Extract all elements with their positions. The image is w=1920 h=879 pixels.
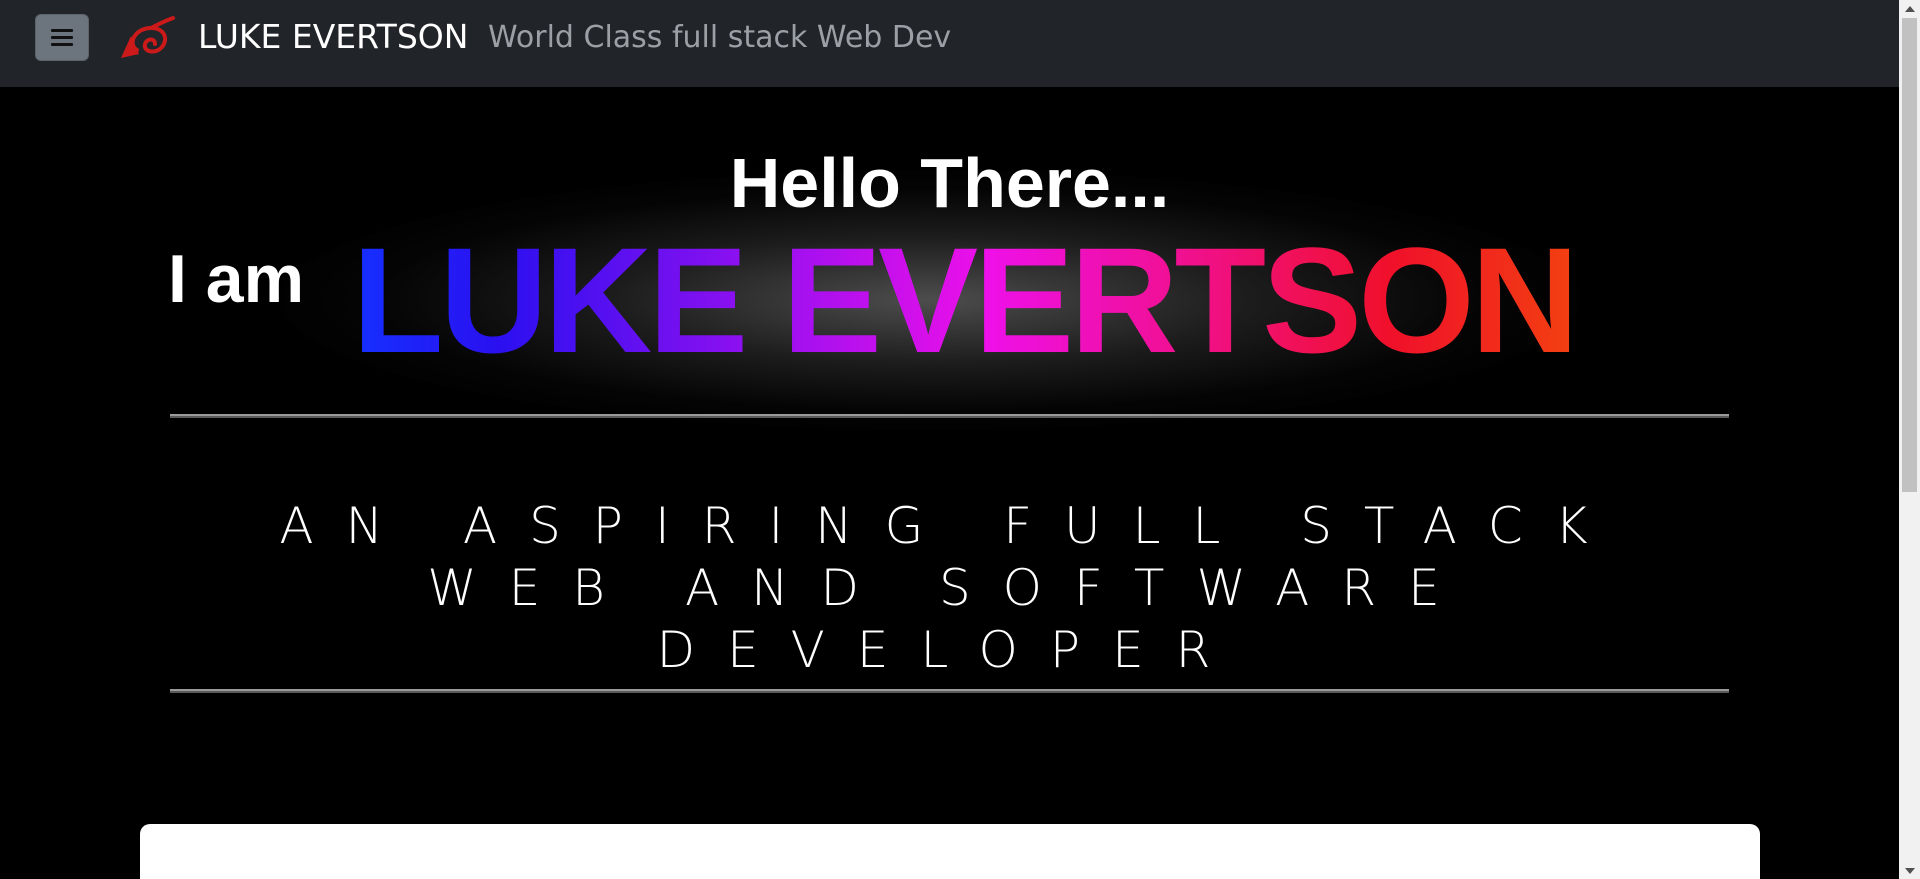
swirl-logo-icon[interactable] [117,14,177,64]
scrollbar-thumb[interactable] [1902,18,1917,492]
menu-toggle-button[interactable] [35,14,89,61]
scroll-up-arrow-icon[interactable] [1899,0,1920,17]
brand-tagline: World Class full stack Web Dev [488,20,952,55]
hero-subtitle: AN ASPIRING FULL STACK WEB AND SOFTWARE … [279,497,1620,679]
content-card [140,824,1760,879]
hero-name: LUKE EVERTSON [352,216,1579,384]
hero-greeting: Hello There... [729,144,1170,222]
page: LUKE EVERTSON World Class full stack Web… [0,0,1920,879]
vertical-scrollbar[interactable] [1899,0,1920,879]
scroll-down-arrow-icon[interactable] [1899,862,1920,879]
divider-top [170,414,1729,418]
hamburger-menu-icon [51,25,73,50]
divider-bottom [170,689,1729,693]
brand-name[interactable]: LUKE EVERTSON [198,17,468,56]
navbar: LUKE EVERTSON World Class full stack Web… [0,0,1899,87]
hero-intro: I am [168,241,305,317]
